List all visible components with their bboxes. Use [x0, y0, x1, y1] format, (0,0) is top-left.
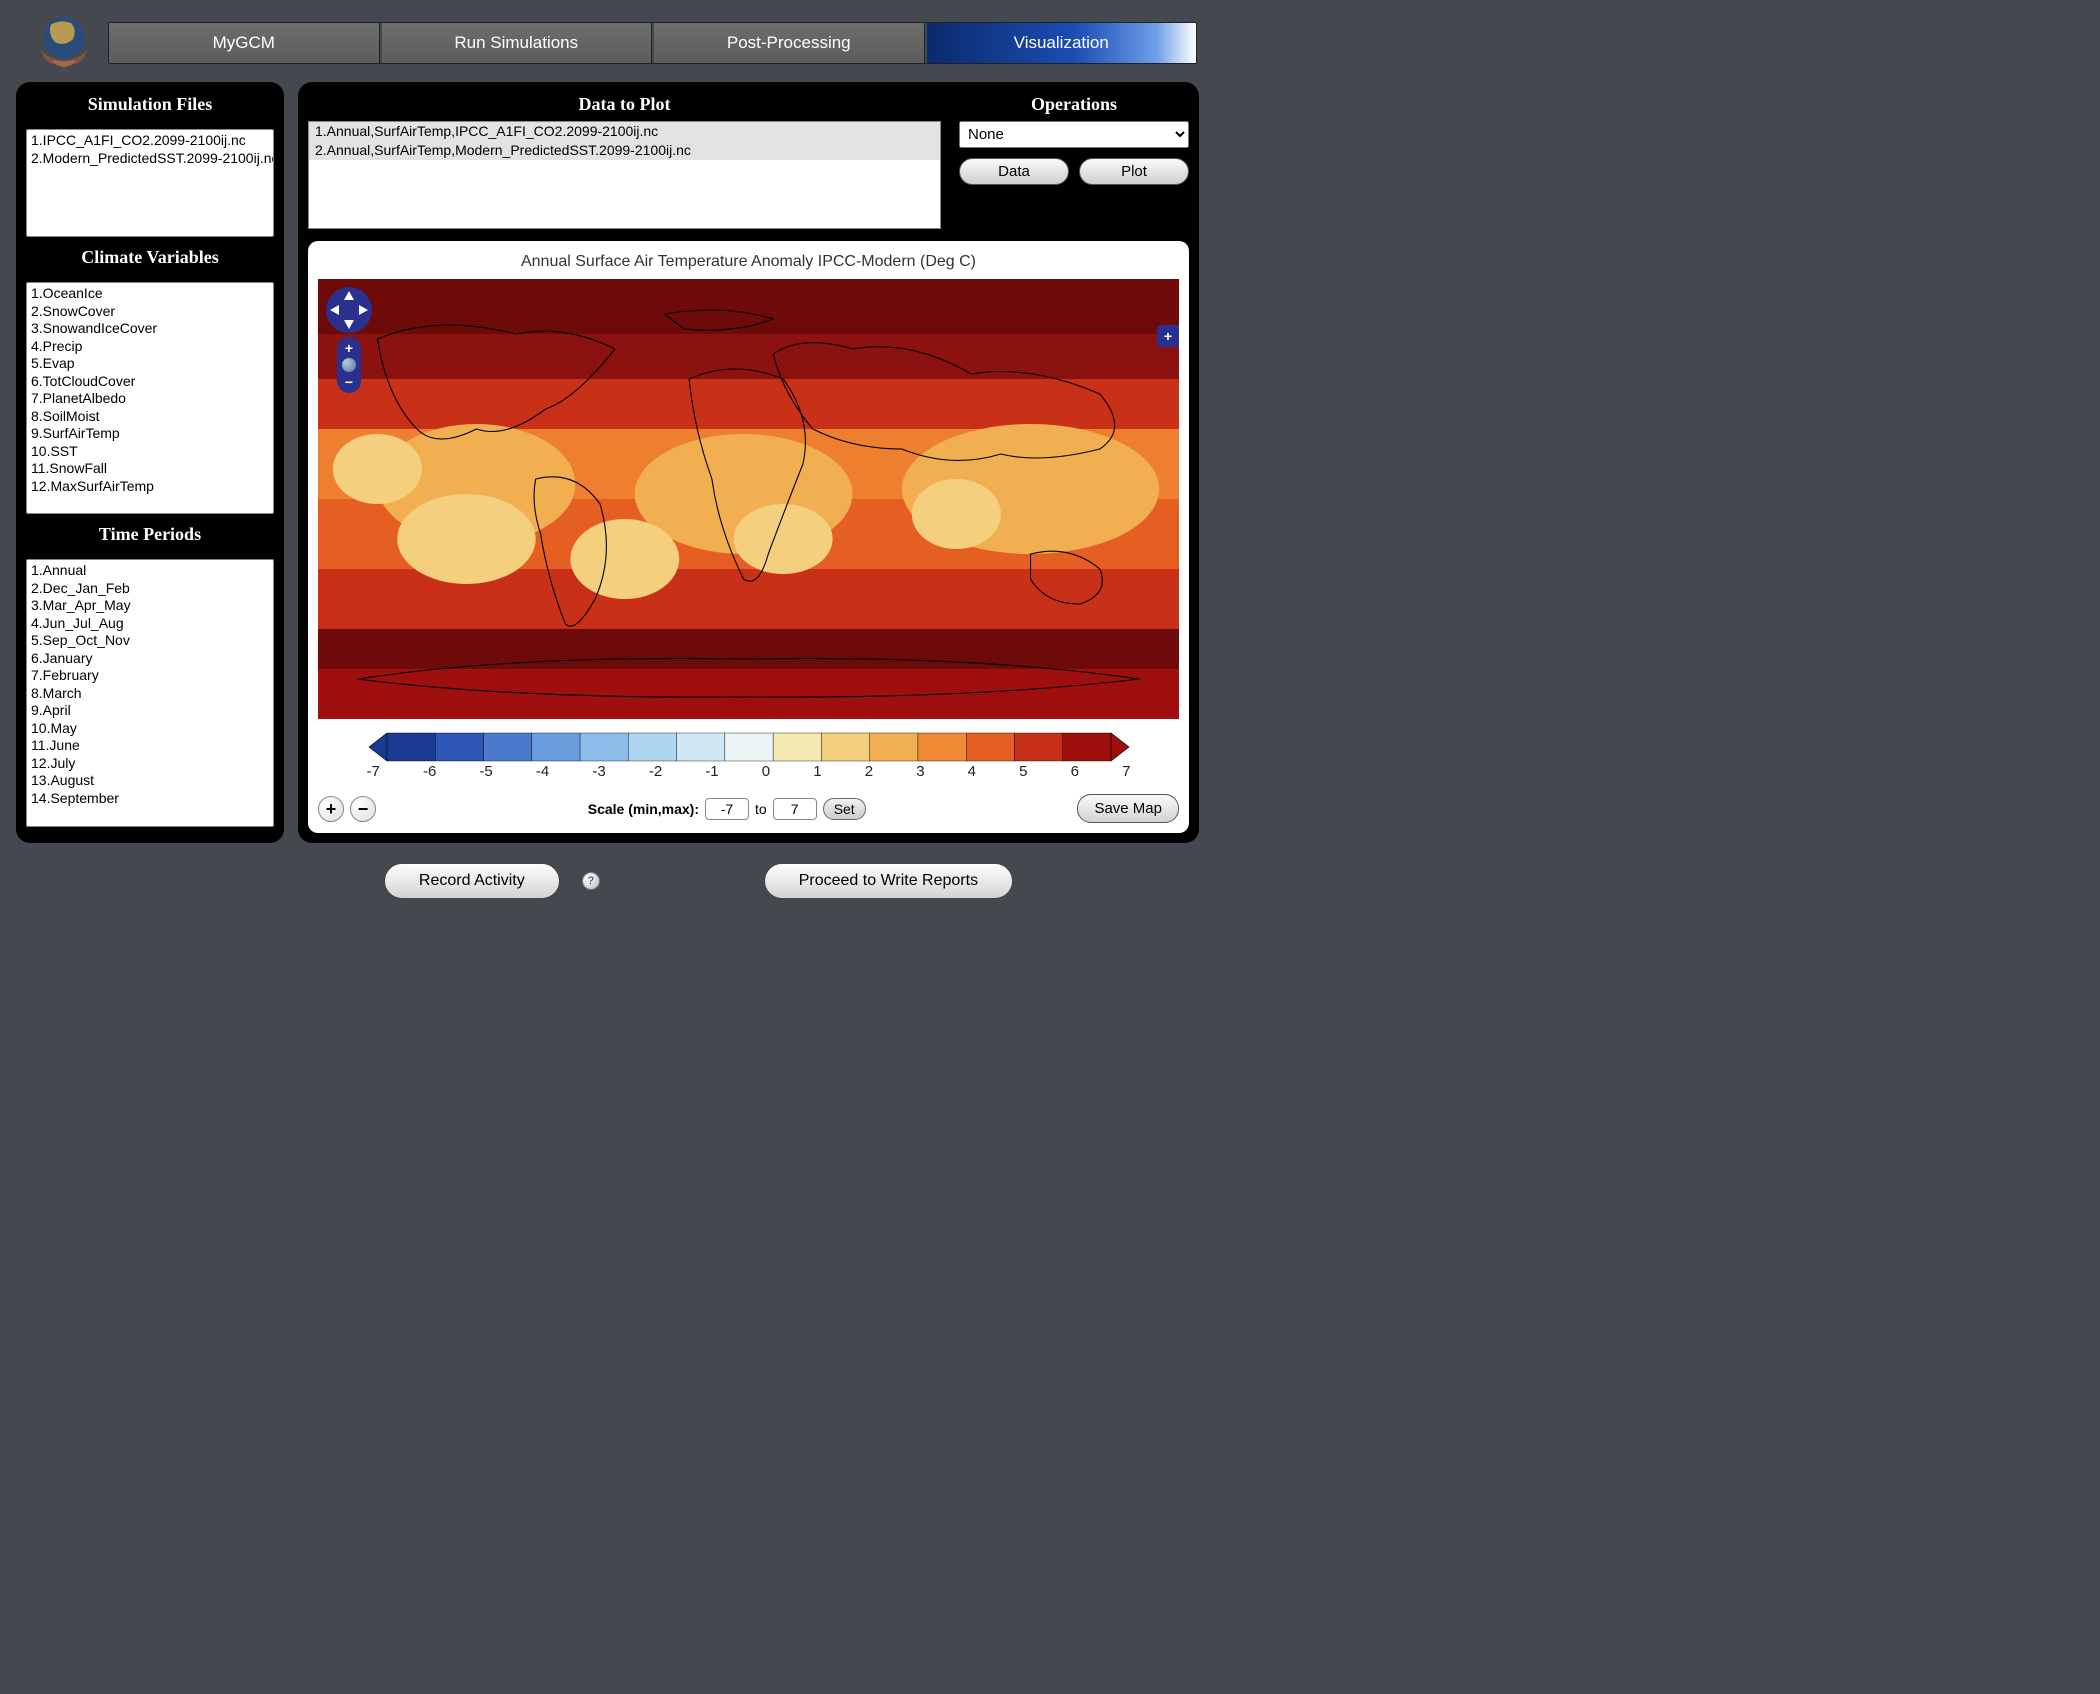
record-activity-button[interactable]: Record Activity	[384, 863, 560, 899]
colorbar-tick: -1	[705, 763, 718, 780]
operations-title: Operations	[959, 92, 1189, 121]
time-period-item[interactable]: 12.July	[31, 755, 269, 773]
climate-variable-item[interactable]: 1.OceanIce	[31, 285, 269, 303]
colorbar-tick: 6	[1071, 763, 1079, 780]
pan-left-icon[interactable]	[330, 305, 339, 315]
time-period-item[interactable]: 14.September	[31, 790, 269, 808]
simulation-files-list[interactable]: 1.IPCC_A1FI_CO2.2099-2100ij.nc2.Modern_P…	[26, 129, 274, 237]
time-periods-list[interactable]: 1.Annual2.Dec_Jan_Feb3.Mar_Apr_May4.Jun_…	[26, 559, 274, 827]
colorbar: -7 -6 -5 -4 -3 -2 -1 0 1 2 3 4 5 6 7	[318, 731, 1179, 780]
climate-variables-list[interactable]: 1.OceanIce2.SnowCover3.SnowandIceCover4.…	[26, 282, 274, 514]
map-reset-icon[interactable]	[342, 358, 356, 372]
time-period-item[interactable]: 9.April	[31, 702, 269, 720]
simulation-file-item[interactable]: 2.Modern_PredictedSST.2099-2100ij.nc	[31, 150, 269, 168]
climate-variable-item[interactable]: 7.PlanetAlbedo	[31, 390, 269, 408]
tab-visualization[interactable]: Visualization	[927, 23, 1197, 63]
colorbar-tick: -2	[649, 763, 662, 780]
map-nav-widget: + −	[326, 287, 372, 393]
save-map-button[interactable]: Save Map	[1077, 794, 1179, 823]
climate-variable-item[interactable]: 6.TotCloudCover	[31, 373, 269, 391]
time-period-item[interactable]: 4.Jun_Jul_Aug	[31, 615, 269, 633]
climate-variable-item[interactable]: 10.SST	[31, 443, 269, 461]
simulation-file-item[interactable]: 1.IPCC_A1FI_CO2.2099-2100ij.nc	[31, 132, 269, 150]
app-logo	[26, 10, 102, 76]
time-period-item[interactable]: 3.Mar_Apr_May	[31, 597, 269, 615]
time-period-item[interactable]: 13.August	[31, 772, 269, 790]
data-to-plot-item[interactable]: 2.Annual,SurfAirTemp,Modern_PredictedSST…	[309, 141, 940, 160]
time-period-item[interactable]: 7.February	[31, 667, 269, 685]
scale-max-input[interactable]	[773, 798, 817, 820]
colorbar-tick: 1	[813, 763, 821, 780]
proceed-button[interactable]: Proceed to Write Reports	[764, 863, 1013, 899]
scale-set-button[interactable]: Set	[823, 798, 866, 820]
climate-variable-item[interactable]: 11.SnowFall	[31, 460, 269, 478]
scale-label: Scale (min,max):	[588, 801, 699, 817]
colorbar-tick: 4	[968, 763, 976, 780]
tab-mygcm[interactable]: MyGCM	[109, 23, 380, 63]
scale-to-label: to	[755, 801, 767, 817]
colorbar-tick: -5	[479, 763, 492, 780]
plot-button[interactable]: Plot	[1079, 158, 1189, 185]
simulation-files-title: Simulation Files	[26, 92, 274, 121]
colorbar-tick: -3	[592, 763, 605, 780]
time-period-item[interactable]: 1.Annual	[31, 562, 269, 580]
colorbar-tick: -6	[423, 763, 436, 780]
heat-map	[318, 279, 1179, 719]
climate-variable-item[interactable]: 5.Evap	[31, 355, 269, 373]
data-to-plot-item[interactable]: 1.Annual,SurfAirTemp,IPCC_A1FI_CO2.2099-…	[309, 122, 940, 141]
pan-up-icon[interactable]	[344, 291, 354, 300]
time-period-item[interactable]: 6.January	[31, 650, 269, 668]
tab-run-simulations[interactable]: Run Simulations	[382, 23, 653, 63]
climate-variable-item[interactable]: 12.MaxSurfAirTemp	[31, 478, 269, 496]
tab-post-processing[interactable]: Post-Processing	[654, 23, 925, 63]
map-zoom-out-icon[interactable]: −	[345, 375, 353, 389]
main-tabs: MyGCMRun SimulationsPost-ProcessingVisua…	[108, 22, 1197, 64]
colorbar-tick: 7	[1122, 763, 1130, 780]
operations-select[interactable]: None	[959, 121, 1189, 148]
zoom-in-button[interactable]: +	[318, 796, 344, 822]
map-canvas[interactable]: + − +	[318, 279, 1179, 719]
colorbar-tick: 0	[762, 763, 770, 780]
data-to-plot-list[interactable]: 1.Annual,SurfAirTemp,IPCC_A1FI_CO2.2099-…	[308, 121, 941, 229]
pan-down-icon[interactable]	[344, 320, 354, 329]
time-period-item[interactable]: 10.May	[31, 720, 269, 738]
data-to-plot-title: Data to Plot	[308, 92, 941, 121]
colorbar-tick: 3	[916, 763, 924, 780]
climate-variable-item[interactable]: 9.SurfAirTemp	[31, 425, 269, 443]
map-title: Annual Surface Air Temperature Anomaly I…	[318, 249, 1179, 279]
time-period-item[interactable]: 5.Sep_Oct_Nov	[31, 632, 269, 650]
climate-variable-item[interactable]: 4.Precip	[31, 338, 269, 356]
zoom-out-button[interactable]: −	[350, 796, 376, 822]
map-pan-pad[interactable]	[326, 287, 372, 333]
scale-min-input[interactable]	[705, 798, 749, 820]
climate-variable-item[interactable]: 3.SnowandIceCover	[31, 320, 269, 338]
climate-variables-title: Climate Variables	[26, 245, 274, 274]
data-button[interactable]: Data	[959, 158, 1069, 185]
map-expand-icon[interactable]: +	[1157, 325, 1179, 347]
help-icon[interactable]: ?	[582, 872, 600, 890]
map-zoom-bar: + −	[337, 337, 361, 393]
climate-variable-item[interactable]: 8.SoilMoist	[31, 408, 269, 426]
time-period-item[interactable]: 2.Dec_Jan_Feb	[31, 580, 269, 598]
colorbar-tick: 2	[865, 763, 873, 780]
colorbar-tick: -4	[536, 763, 549, 780]
time-periods-title: Time Periods	[26, 522, 274, 551]
colorbar-tick: 5	[1019, 763, 1027, 780]
climate-variable-item[interactable]: 2.SnowCover	[31, 303, 269, 321]
time-period-item[interactable]: 8.March	[31, 685, 269, 703]
map-zoom-in-icon[interactable]: +	[345, 341, 353, 355]
time-period-item[interactable]: 11.June	[31, 737, 269, 755]
pan-right-icon[interactable]	[359, 305, 368, 315]
colorbar-tick: -7	[367, 763, 380, 780]
